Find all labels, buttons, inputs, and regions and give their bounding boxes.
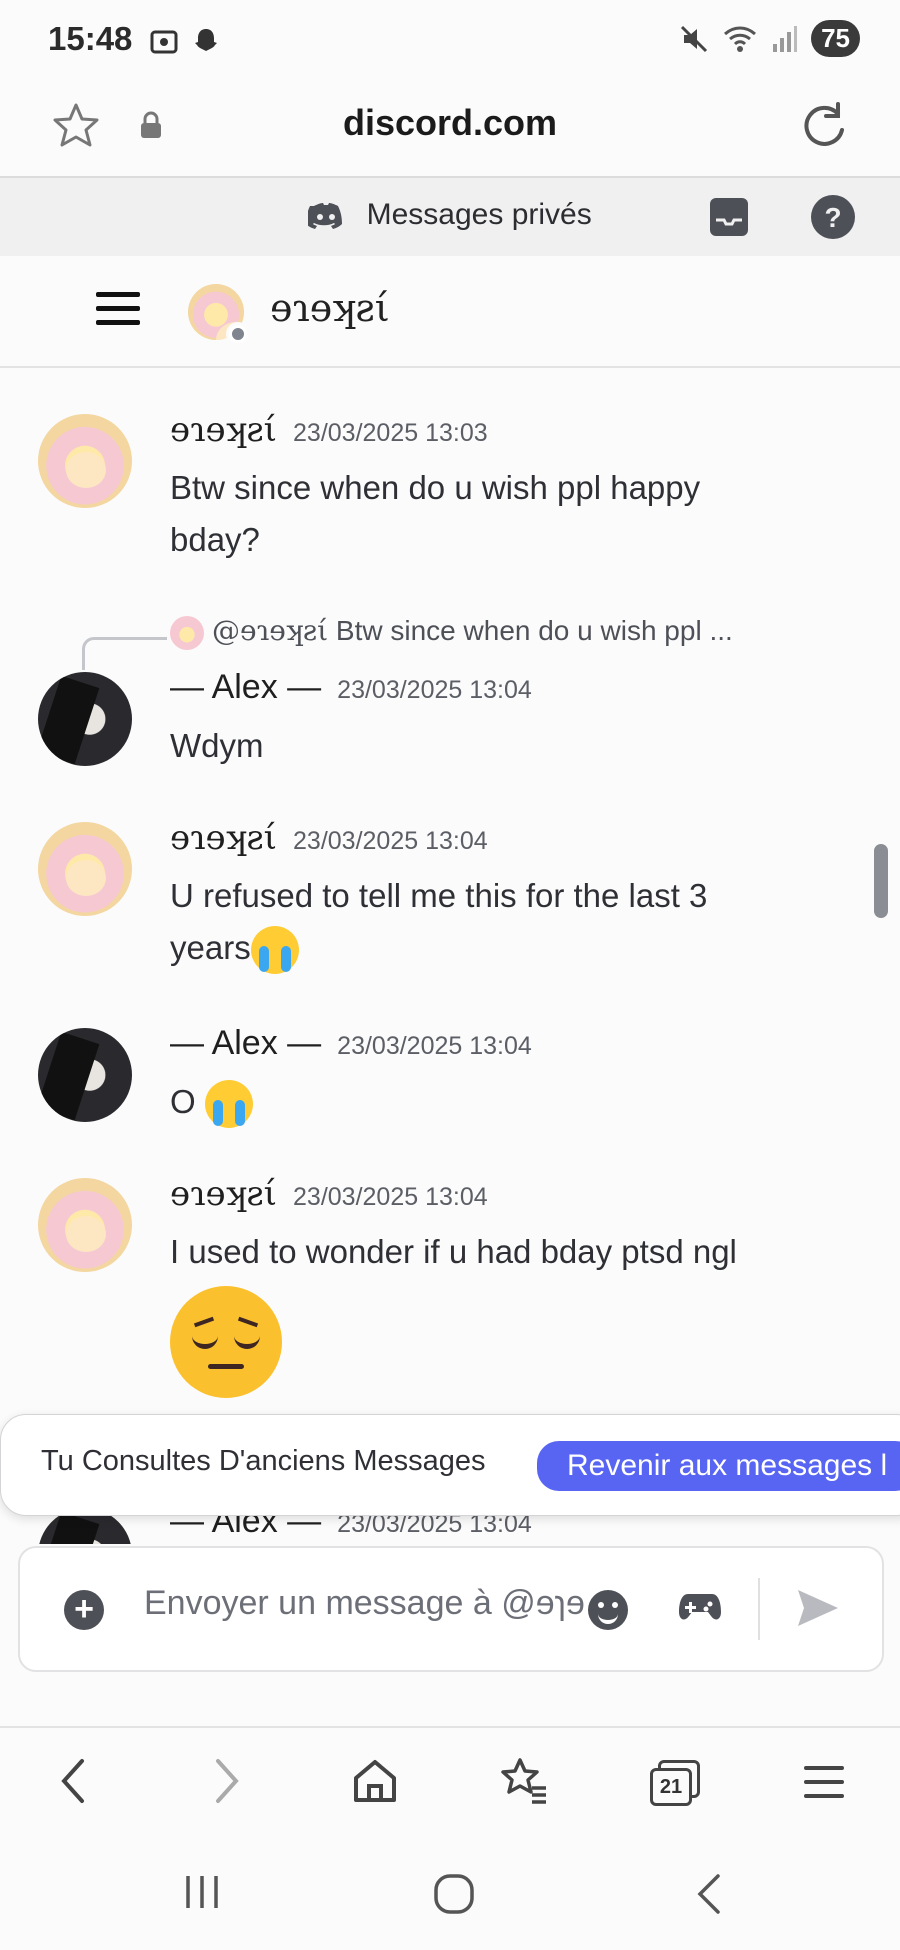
home-icon[interactable] <box>350 1756 400 1806</box>
gamepad-icon[interactable] <box>678 1588 722 1628</box>
avatar[interactable] <box>38 672 132 766</box>
message-author[interactable]: — Alex —23/03/2025 13:04 <box>170 1024 532 1063</box>
message-author[interactable]: ɘɿɘʞƨί 23/03/2025 13:04 <box>170 1174 488 1214</box>
dm-title: Messages privés <box>0 198 900 232</box>
mute-icon <box>681 25 708 52</box>
scrollbar-thumb[interactable] <box>874 844 888 918</box>
svg-text:?: ? <box>824 202 841 233</box>
offline-status-icon <box>226 322 250 346</box>
screenshot-icon <box>150 30 178 54</box>
reply-preview[interactable]: @ɘɿɘʞƨί Btw since when do u wish ppl ... <box>170 614 733 650</box>
menu-icon[interactable] <box>802 1762 846 1802</box>
message-timestamp: 23/03/2025 13:04 <box>293 827 488 855</box>
message-content: O <box>170 1076 790 1129</box>
pensive-face-emoji-icon <box>170 1286 282 1398</box>
avatar[interactable] <box>38 1028 132 1122</box>
snapchat-icon <box>195 29 217 51</box>
message-timestamp: 23/03/2025 13:04 <box>337 676 532 704</box>
browser-toolbar: 21 <box>0 1726 900 1838</box>
tabs-count: 21 <box>650 1768 692 1806</box>
message-content: I used to wonder if u had bday ptsd ngl <box>170 1233 737 1270</box>
message-author[interactable]: ɘɿɘʞƨί 23/03/2025 13:03 <box>170 410 488 450</box>
recent-apps-icon[interactable] <box>180 1872 224 1912</box>
avatar <box>170 615 204 650</box>
jump-to-present-button[interactable]: Revenir aux messages l <box>537 1441 900 1491</box>
dm-header: ɘɿɘʞƨί <box>0 256 900 368</box>
message-composer: + Envoyer un message à @ɘɿɘʞƨί <box>18 1546 884 1672</box>
discord-logo-icon <box>308 203 343 230</box>
tabs-icon[interactable]: 21 <box>650 1760 700 1806</box>
discord-top-bar: Messages privés ? <box>0 178 900 257</box>
reload-icon[interactable] <box>798 98 850 150</box>
menu-icon[interactable] <box>96 292 140 334</box>
wifi-icon <box>724 26 757 52</box>
message-author[interactable]: — Alex —23/03/2025 13:04 <box>170 668 532 707</box>
signal-icon <box>773 25 798 52</box>
message-content: Wdym <box>170 727 264 764</box>
message-content: Btw since when do u wish ppl happy bday? <box>170 469 701 558</box>
avatar[interactable] <box>38 822 132 916</box>
dm-title-label: Messages privés <box>366 198 592 231</box>
composer-divider <box>758 1578 760 1640</box>
add-attachment-icon[interactable]: + <box>64 1590 104 1630</box>
reply-connector <box>82 637 167 670</box>
loudly-crying-emoji-icon <box>250 926 299 975</box>
older-messages-banner: Tu Consultes D'anciens Messages Revenir … <box>0 1414 900 1516</box>
status-time: 15:48 <box>48 20 133 57</box>
message-timestamp: 23/03/2025 13:04 <box>337 1514 532 1538</box>
url-text[interactable]: discord.com <box>0 102 900 144</box>
avatar[interactable] <box>38 1514 132 1544</box>
back-icon[interactable] <box>54 1756 94 1806</box>
message-input[interactable]: Envoyer un message à @ɘɿɘʞƨί <box>144 1584 584 1623</box>
message-author[interactable]: ɘɿɘʞƨί 23/03/2025 13:04 <box>170 818 488 858</box>
send-icon[interactable] <box>796 1588 840 1628</box>
reply-text: Btw since when do u wish ppl ... <box>335 615 733 646</box>
avatar[interactable] <box>38 1178 132 1272</box>
message-author[interactable]: — Alex —23/03/2025 13:04 <box>170 1514 532 1541</box>
system-back-icon[interactable] <box>690 1872 730 1916</box>
dm-recipient-name[interactable]: ɘɿɘʞƨί <box>270 286 390 330</box>
message-content: U refused to tell me this for the last 3… <box>170 870 790 975</box>
avatar[interactable] <box>38 414 132 508</box>
inbox-icon[interactable] <box>708 196 750 238</box>
message-timestamp: 23/03/2025 13:04 <box>293 1183 488 1211</box>
older-messages-text: Tu Consultes D'anciens Messages <box>41 1445 486 1477</box>
message[interactable]: — Alex —23/03/2025 13:04 <box>0 1514 900 1544</box>
status-bar: 15:48 75 <box>0 0 900 80</box>
home-button-icon[interactable] <box>432 1872 476 1916</box>
help-icon[interactable]: ? <box>810 194 856 240</box>
forward-icon[interactable] <box>206 1756 246 1806</box>
loudly-crying-emoji-icon <box>204 1080 253 1129</box>
message-timestamp: 23/03/2025 13:03 <box>293 419 488 447</box>
message-timestamp: 23/03/2025 13:04 <box>337 1032 532 1060</box>
reply-mention: @ɘɿɘʞƨί <box>212 614 329 647</box>
battery-indicator: 75 <box>811 20 860 57</box>
browser-url-bar: discord.com <box>0 80 900 178</box>
bookmarks-icon[interactable] <box>498 1756 550 1806</box>
system-nav-bar <box>0 1836 900 1950</box>
emoji-picker-icon[interactable] <box>588 1590 628 1630</box>
